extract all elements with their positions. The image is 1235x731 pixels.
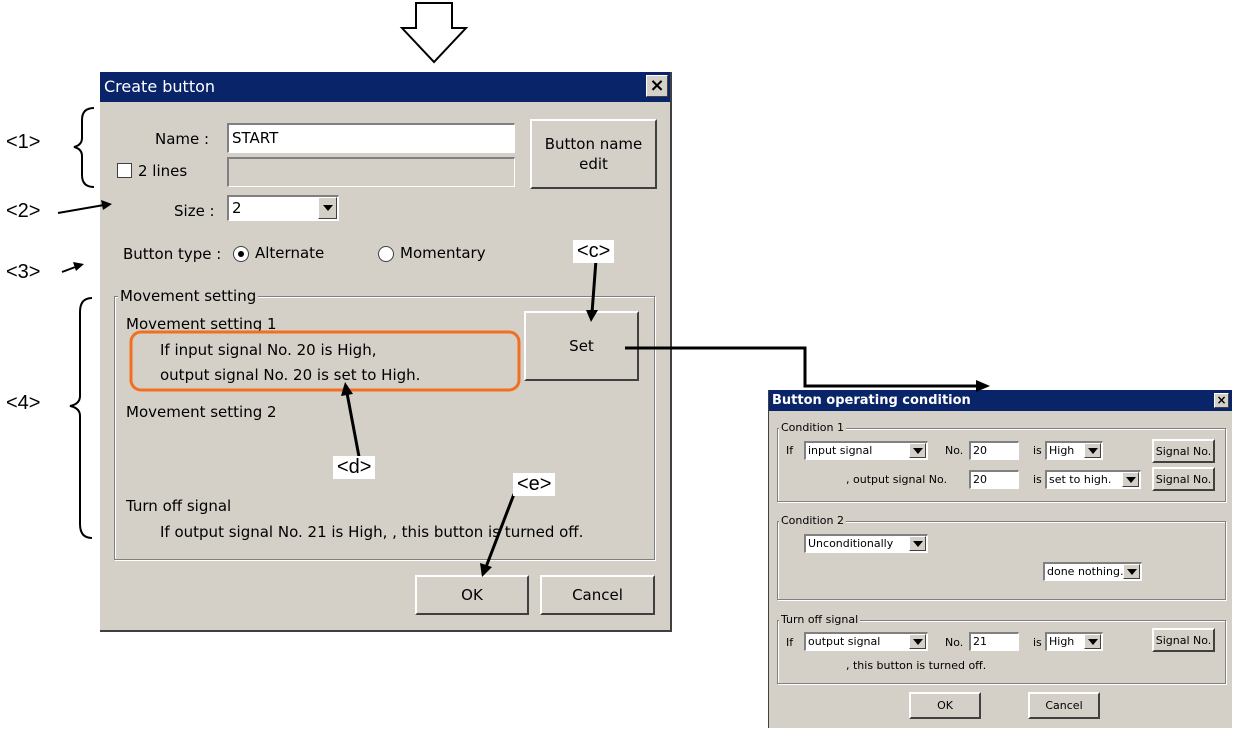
callout-2: <2> <box>6 200 41 222</box>
brace-1 <box>73 107 95 188</box>
highlight-box <box>129 330 521 392</box>
annotation-overlay <box>57 2 990 577</box>
callout-e: <e> <box>513 473 556 496</box>
callout-3: <3> <box>6 261 41 283</box>
callout-1: <1> <box>6 131 41 153</box>
brace-4 <box>69 297 93 539</box>
callout-d: <d> <box>333 456 376 479</box>
down-arrow-icon <box>399 2 469 64</box>
callout-c: <c> <box>573 240 615 263</box>
callout-4: <4> <box>6 392 41 414</box>
